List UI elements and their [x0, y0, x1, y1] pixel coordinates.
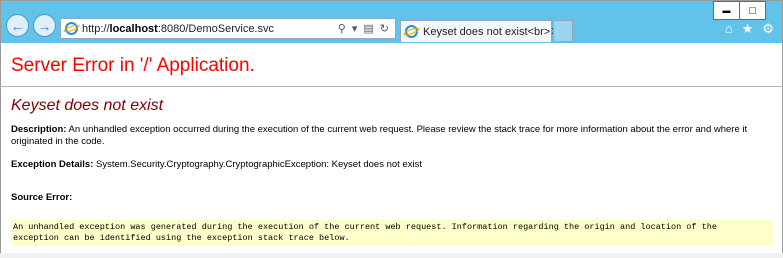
url-rest: :8080/DemoService.svc	[157, 22, 274, 35]
tab-title: Keyset does not exist<br>	[423, 25, 551, 38]
ie-page-icon	[65, 22, 78, 35]
tab-ie-icon	[405, 25, 418, 38]
browser-chrome: ▬ □ ← → http://localhost:8080/DemoServic…	[1, 1, 782, 43]
new-tab-button[interactable]	[553, 20, 573, 42]
divider	[0, 86, 783, 87]
description-paragraph: Description: An unhandled exception occu…	[11, 124, 773, 148]
source-error-line-2: exception can be identified using the ex…	[13, 233, 350, 243]
back-button[interactable]: ←	[6, 14, 29, 37]
exception-text: System.Security.Cryptography.Cryptograph…	[93, 159, 422, 170]
source-error-label: Source Error:	[11, 192, 73, 203]
address-tools: ⚲ ▾ ▤ ↻	[338, 22, 389, 35]
page-content: Server Error in '/' Application. Keyset …	[0, 43, 783, 204]
description-text: An unhandled exception occurred during t…	[11, 124, 748, 147]
maximize-button[interactable]: □	[739, 1, 766, 20]
bottom-strip	[0, 253, 783, 258]
exception-label: Exception Details:	[11, 159, 94, 170]
minimize-icon: ▬	[722, 6, 731, 15]
tab-active[interactable]: Keyset does not exist<br> ✕	[400, 20, 559, 42]
url-prefix: http://	[82, 22, 110, 35]
page-title: Server Error in '/' Application.	[11, 55, 255, 76]
forward-button[interactable]: →	[33, 14, 56, 37]
address-url: http://localhost:8080/DemoService.svc	[82, 23, 274, 35]
address-bar[interactable]: http://localhost:8080/DemoService.svc ⚲ …	[60, 18, 396, 39]
refresh-icon[interactable]: ↻	[380, 22, 389, 35]
exception-paragraph: Exception Details: System.Security.Crypt…	[11, 159, 773, 171]
home-icon[interactable]: ⌂	[725, 21, 733, 37]
maximize-icon: □	[749, 4, 756, 17]
description-label: Description:	[11, 124, 67, 135]
forward-arrow-icon: →	[37, 17, 52, 34]
back-arrow-icon: ←	[10, 17, 25, 34]
search-icon[interactable]: ⚲	[338, 22, 346, 35]
url-host: localhost	[109, 22, 158, 35]
minimize-button[interactable]: ▬	[713, 1, 740, 20]
favorites-icon[interactable]: ★	[742, 21, 754, 37]
dropdown-icon[interactable]: ▾	[352, 22, 358, 35]
error-title: Keyset does not exist	[11, 97, 164, 114]
compatibility-icon[interactable]: ▤	[363, 22, 373, 35]
toolbar-icons: ⌂ ★ ⚙	[725, 21, 774, 37]
source-error-line-1: An unhandled exception was generated dur…	[13, 222, 717, 232]
source-error-paragraph: Source Error:	[11, 192, 773, 204]
settings-icon[interactable]: ⚙	[762, 21, 774, 37]
source-error-box: An unhandled exception was generated dur…	[11, 220, 773, 246]
